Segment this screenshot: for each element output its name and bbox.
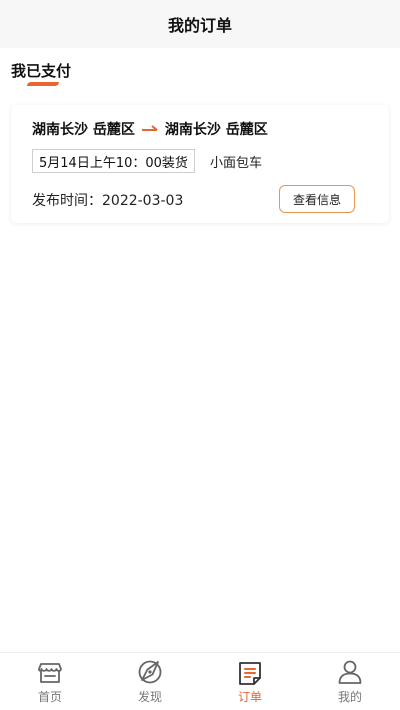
tab-discover[interactable]: 发现 — [100, 653, 200, 710]
origin-text: 湖南长沙 岳麓区 — [32, 122, 135, 138]
destination-text: 湖南长沙 岳麓区 — [164, 122, 268, 138]
order-page: 我的订单 我已支付 湖南长沙 岳麓区 湖南长沙 岳麓区 5月14日上午10：00… — [0, 0, 400, 710]
order-list-icon — [239, 662, 261, 685]
bottom-tabbar: 首页 发现 订单 我的 — [0, 652, 400, 710]
tab-paid[interactable]: 我已支付 — [11, 60, 72, 86]
publish-time: 发布时间：2022-03-03 — [32, 193, 184, 209]
view-info-button[interactable]: 查看信息 — [279, 185, 355, 213]
tab-home[interactable]: 首页 — [0, 653, 100, 710]
tab-home-label: 首页 — [37, 690, 62, 704]
tab-active-indicator — [27, 82, 59, 86]
store-icon — [38, 663, 62, 683]
user-icon — [338, 660, 362, 684]
header: 我的订单 — [0, 0, 400, 48]
tab-discover-label: 发现 — [137, 690, 162, 704]
compass-icon — [138, 660, 162, 684]
vehicle-type: 小面包车 — [210, 155, 263, 171]
tab-profile[interactable]: 我的 — [300, 653, 400, 710]
page-title: 我的订单 — [167, 16, 232, 35]
tab-profile-label: 我的 — [337, 690, 362, 704]
order-route: 湖南长沙 岳麓区 湖南长沙 岳麓区 — [32, 119, 268, 139]
arrow-right-icon — [141, 125, 158, 131]
loading-time-tag: 5月14日上午10：00装货 — [32, 149, 195, 173]
order-card[interactable]: 湖南长沙 岳麓区 湖南长沙 岳麓区 5月14日上午10：00装货 小面包车 发布… — [11, 105, 389, 223]
tab-orders[interactable]: 订单 — [200, 653, 300, 710]
tab-paid-label: 我已支付 — [11, 62, 72, 80]
tab-orders-label: 订单 — [237, 690, 262, 704]
